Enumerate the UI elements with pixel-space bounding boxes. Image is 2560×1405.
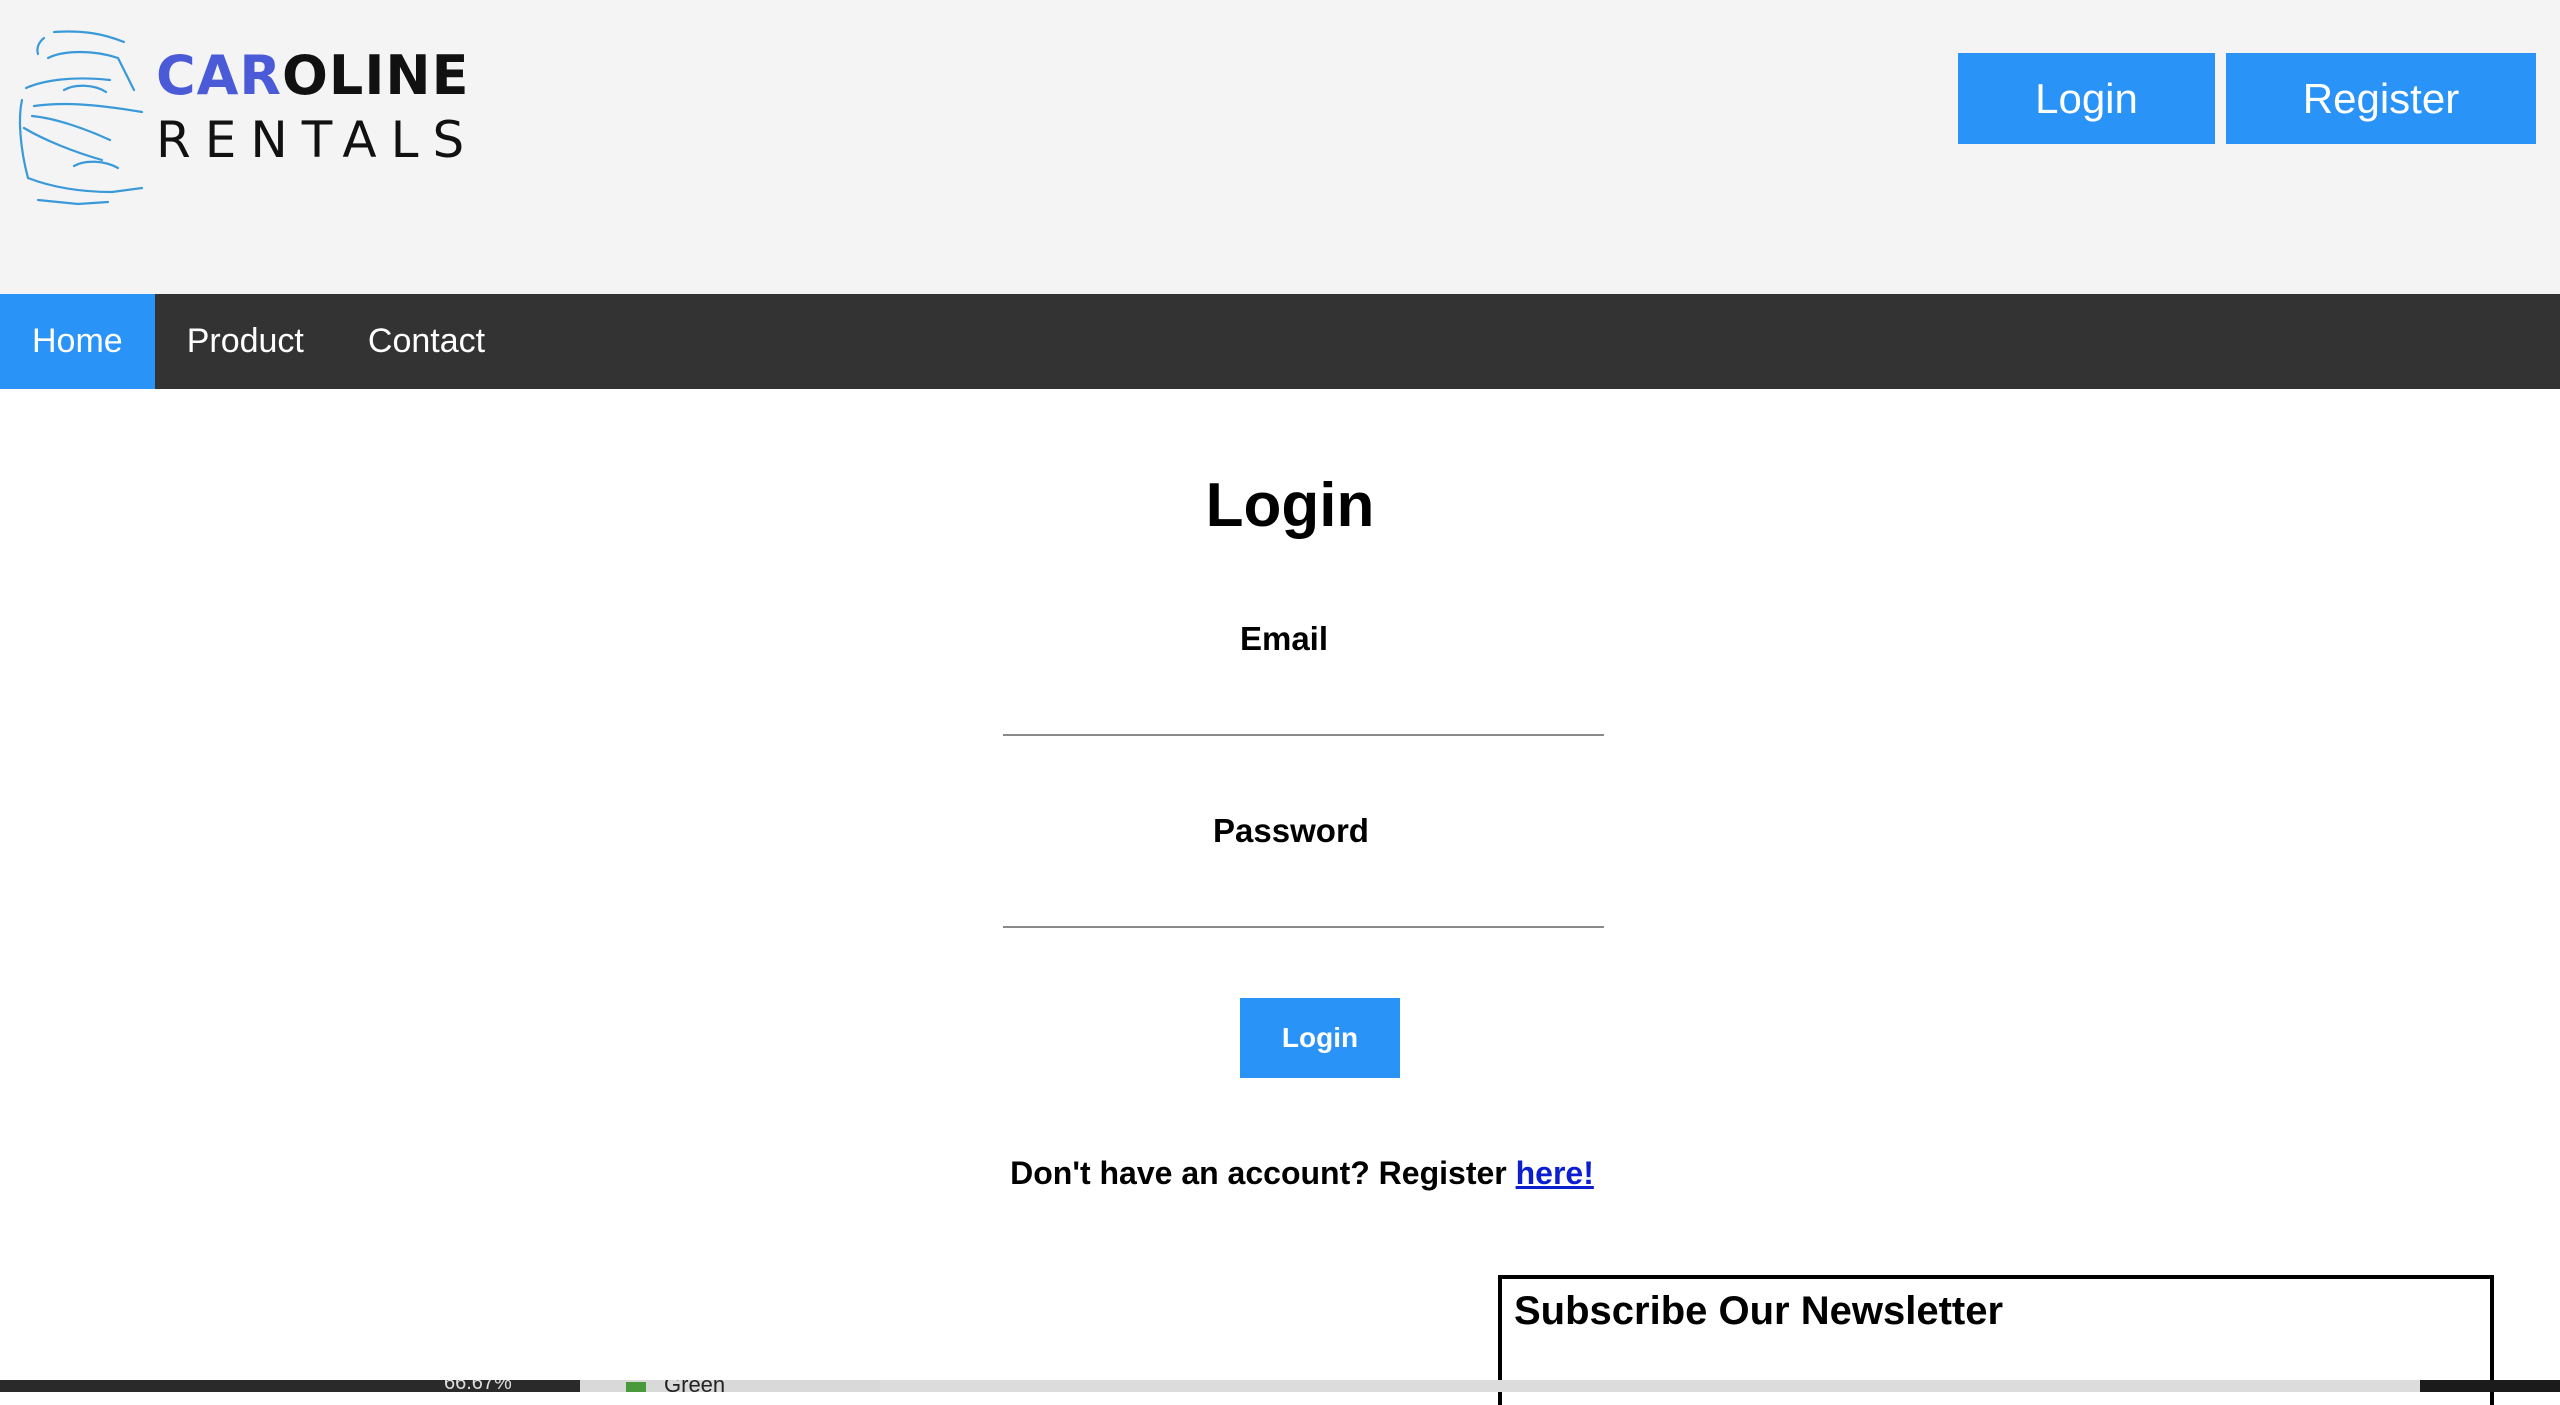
email-label: Email [1239, 620, 1329, 657]
strip-segment-end [2420, 1380, 2560, 1392]
brand-name: CAROLINE [156, 46, 478, 106]
strip-segment-gray [880, 1380, 2420, 1392]
nav-item-contact[interactable]: Contact [336, 294, 517, 389]
site-header: CAROLINE RENTALS Login Register [0, 0, 2560, 294]
brand-subtitle: RENTALS [156, 111, 479, 169]
password-field[interactable] [1003, 870, 1604, 928]
password-label: Password [1213, 812, 1369, 849]
brand-name-rest: OLINE [282, 44, 470, 107]
strip-segment-light [580, 1380, 880, 1392]
underlying-window-strip: 66.67% Green [0, 1380, 2560, 1392]
brand-wordmark: CAROLINE RENTALS [156, 46, 478, 170]
main-nav: Home Product Contact [0, 294, 2560, 389]
email-field[interactable] [1003, 678, 1604, 736]
color-label: Green [664, 1380, 725, 1392]
nav-item-home[interactable]: Home [0, 294, 155, 389]
header-register-button[interactable]: Register [2226, 53, 2536, 144]
register-prompt: Don't have an account? Register here! [0, 1155, 2560, 1192]
newsletter-title: Subscribe Our Newsletter [1514, 1289, 2004, 1333]
nav-item-product[interactable]: Product [155, 294, 336, 389]
zoom-readout: 66.67% [444, 1380, 512, 1392]
brand-logo[interactable]: CAROLINE RENTALS [14, 28, 474, 212]
car-outline-icon [18, 30, 144, 206]
brand-name-accent: CAR [156, 44, 283, 107]
register-prompt-text: Don't have an account? Register [1010, 1155, 1516, 1191]
color-swatch-icon [626, 1382, 646, 1392]
register-link[interactable]: here! [1516, 1155, 1594, 1191]
login-submit-button[interactable]: Login [1240, 998, 1400, 1078]
header-login-button[interactable]: Login [1958, 53, 2215, 144]
page-title: Login [1205, 471, 1375, 540]
